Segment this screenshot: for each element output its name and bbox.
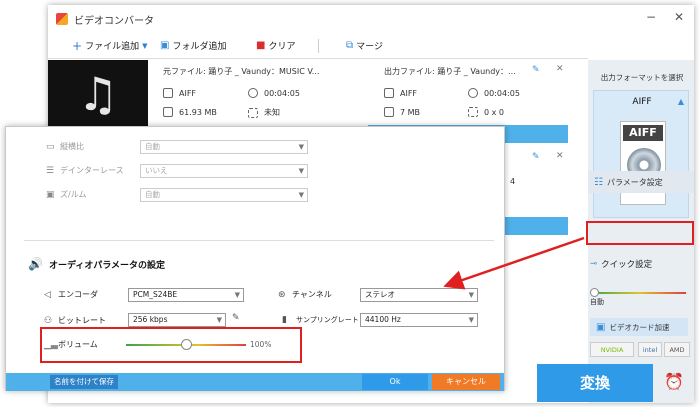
annotation-arrow [443,236,585,290]
